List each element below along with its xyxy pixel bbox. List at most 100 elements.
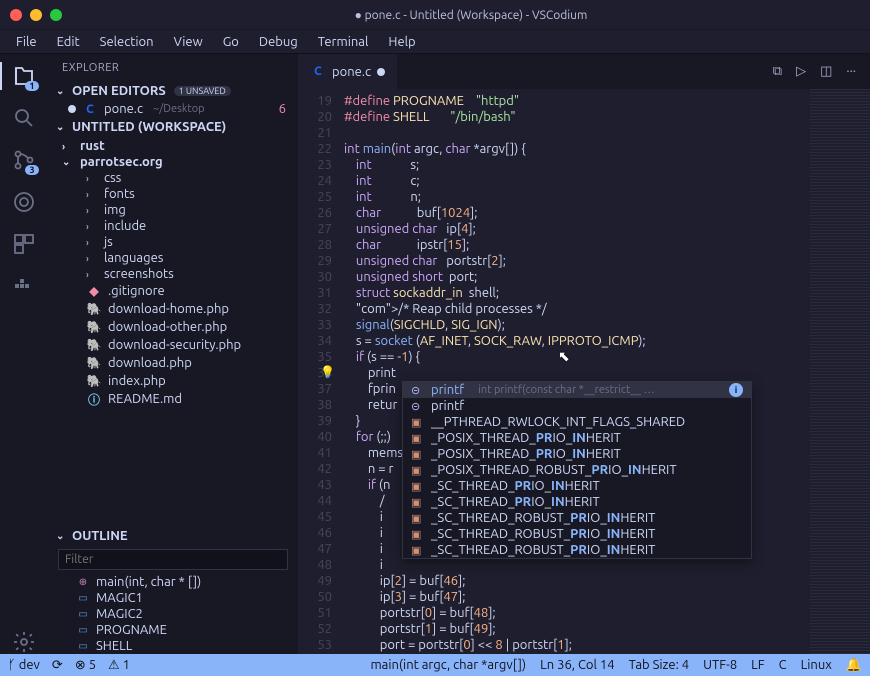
breadcrumb-item[interactable]: main(int argc, char *argv[]): [370, 658, 526, 672]
suggest-item[interactable]: ⊝printf: [403, 398, 751, 414]
os[interactable]: Linux: [801, 658, 832, 672]
lightbulb-icon[interactable]: 💡: [320, 365, 335, 381]
menu-selection[interactable]: Selection: [92, 35, 162, 49]
suggest-item[interactable]: ▣_POSIX_THREAD_PRIO_INHERIT: [403, 430, 751, 446]
code-content[interactable]: #define PROGNAME "httpd"#define SHELL "/…: [344, 89, 870, 654]
language-mode[interactable]: C: [779, 658, 787, 672]
tab-pone-c[interactable]: C pone.c: [298, 54, 397, 89]
tree-item[interactable]: 🐘download.php: [48, 354, 298, 372]
branch-item[interactable]: ᚶ dev: [8, 658, 40, 672]
outline-item[interactable]: ▭PROGNAME: [48, 622, 298, 638]
split-editor-icon[interactable]: ◫: [820, 64, 832, 79]
errors-item[interactable]: ⊗ 5: [75, 658, 96, 673]
code-editor[interactable]: 1920212223242526272829303132333435363738…: [298, 89, 870, 654]
close-window-icon[interactable]: [10, 9, 22, 21]
menu-debug[interactable]: Debug: [251, 35, 306, 49]
sync-icon[interactable]: ⟳: [52, 658, 63, 673]
chevron-down-icon: ⌄: [56, 85, 68, 97]
tree-item[interactable]: ›fonts: [48, 186, 298, 202]
suggest-label: _SC_THREAD_PRIO_INHERIT: [431, 479, 600, 493]
suggest-item[interactable]: ▣_SC_THREAD_PRIO_INHERIT: [403, 478, 751, 494]
tree-item[interactable]: ›screenshots: [48, 266, 298, 282]
docker-icon[interactable]: [12, 274, 36, 298]
minimize-window-icon[interactable]: [30, 9, 42, 21]
cursor-position[interactable]: Ln 36, Col 14: [540, 658, 614, 672]
info-icon[interactable]: i: [729, 383, 743, 397]
outline-item[interactable]: ⊕main(int, char * []): [48, 574, 298, 590]
explorer-icon[interactable]: 1: [12, 64, 36, 88]
suggest-item[interactable]: ▣__PTHREAD_RWLOCK_INT_FLAGS_SHARED: [403, 414, 751, 430]
outline-item[interactable]: ▭MAGIC2: [48, 606, 298, 622]
chevron-icon: ›: [86, 237, 98, 248]
tree-item[interactable]: ›js: [48, 234, 298, 250]
suggest-item[interactable]: ▣_POSIX_THREAD_PRIO_INHERIT: [403, 446, 751, 462]
outline-item[interactable]: ▭SHELL: [48, 638, 298, 654]
editor-tabs: C pone.c ⧉ ▷ ◫ ···: [298, 54, 870, 89]
suggest-item[interactable]: ▣_POSIX_THREAD_ROBUST_PRIO_INHERIT: [403, 462, 751, 478]
bell-icon[interactable]: 🔔: [846, 658, 862, 673]
file-tree: ›rust⌄parrotsec.org›css›fonts›img›includ…: [48, 136, 298, 410]
menu-go[interactable]: Go: [215, 35, 247, 49]
suggest-widget[interactable]: ⊝printfint printf(const char *__restrict…: [402, 381, 752, 559]
minimap[interactable]: [810, 89, 870, 654]
tree-item[interactable]: ›languages: [48, 250, 298, 266]
tree-item[interactable]: ›img: [48, 202, 298, 218]
open-editors-section[interactable]: ⌄ OPEN EDITORS 1 UNSAVED: [48, 82, 298, 100]
outline-filter-input[interactable]: [58, 549, 288, 570]
suggest-label: printf: [431, 399, 464, 413]
debug-icon[interactable]: [12, 190, 36, 214]
tree-item-label: download-other.php: [108, 320, 227, 334]
tree-item[interactable]: ⓘREADME.md: [48, 390, 298, 408]
tree-item[interactable]: ›rust: [48, 138, 298, 154]
outline-item[interactable]: ▭MAGIC1: [48, 590, 298, 606]
tree-item[interactable]: 🐘download-security.php: [48, 336, 298, 354]
tree-item[interactable]: 🐘download-other.php: [48, 318, 298, 336]
suggest-label: __PTHREAD_RWLOCK_INT_FLAGS_SHARED: [431, 415, 685, 429]
menu-terminal[interactable]: Terminal: [310, 35, 377, 49]
tab-size[interactable]: Tab Size: 4: [629, 658, 690, 672]
warnings-item[interactable]: ⚠ 1: [108, 658, 130, 673]
maximize-window-icon[interactable]: [50, 9, 62, 21]
tree-item[interactable]: ›include: [48, 218, 298, 234]
suggest-item[interactable]: ▣_SC_THREAD_ROBUST_PRIO_INHERIT: [403, 510, 751, 526]
tree-item-label: parrotsec.org: [80, 155, 163, 169]
chevron-icon: ›: [62, 141, 74, 152]
chevron-down-icon: ⌄: [56, 530, 68, 542]
suggest-kind-icon: ▣: [411, 544, 425, 557]
unsaved-badge: 1 UNSAVED: [174, 86, 231, 96]
tree-item-label: img: [104, 203, 126, 217]
menu-file[interactable]: File: [8, 35, 45, 49]
tree-item[interactable]: 🐘index.php: [48, 372, 298, 390]
open-editor-file[interactable]: C pone.c ~/Desktop 6: [48, 100, 298, 118]
suggest-item[interactable]: ▣_SC_THREAD_ROBUST_PRIO_INHERIT: [403, 526, 751, 542]
menu-view[interactable]: View: [166, 35, 211, 49]
suggest-item[interactable]: ▣_SC_THREAD_PRIO_INHERIT: [403, 494, 751, 510]
suggest-item[interactable]: ▣_SC_THREAD_ROBUST_PRIO_INHERIT: [403, 542, 751, 558]
more-icon[interactable]: ···: [846, 64, 856, 79]
tree-item[interactable]: ›css: [48, 170, 298, 186]
compare-icon[interactable]: ⧉: [773, 64, 782, 79]
suggest-label: printf: [431, 383, 464, 397]
workspace-section[interactable]: ⌄ UNTITLED (WORKSPACE): [48, 118, 298, 136]
extensions-icon[interactable]: [12, 232, 36, 256]
suggest-label: _POSIX_THREAD_PRIO_INHERIT: [431, 447, 621, 461]
tree-item[interactable]: ⌄parrotsec.org: [48, 154, 298, 170]
scm-icon[interactable]: 3: [12, 148, 36, 172]
tree-item-label: languages: [104, 251, 163, 265]
eol[interactable]: LF: [751, 658, 764, 672]
outline-section[interactable]: ⌄ OUTLINE: [48, 527, 298, 545]
outline-label: MAGIC1: [96, 591, 143, 605]
outline-label: MAGIC2: [96, 607, 143, 621]
encoding[interactable]: UTF-8: [703, 658, 737, 672]
search-icon[interactable]: [12, 106, 36, 130]
func-icon: ⊕: [76, 575, 90, 589]
suggest-item[interactable]: ⊝printfint printf(const char *__restrict…: [403, 382, 751, 398]
tree-item[interactable]: 🐘download-home.php: [48, 300, 298, 318]
menu-help[interactable]: Help: [380, 35, 423, 49]
tree-item-label: css: [104, 171, 121, 185]
tree-item[interactable]: ◆.gitignore: [48, 282, 298, 300]
settings-icon[interactable]: [12, 630, 36, 654]
open-editors-label: OPEN EDITORS: [72, 84, 166, 98]
run-icon[interactable]: ▷: [796, 64, 806, 79]
menu-edit[interactable]: Edit: [49, 35, 88, 49]
